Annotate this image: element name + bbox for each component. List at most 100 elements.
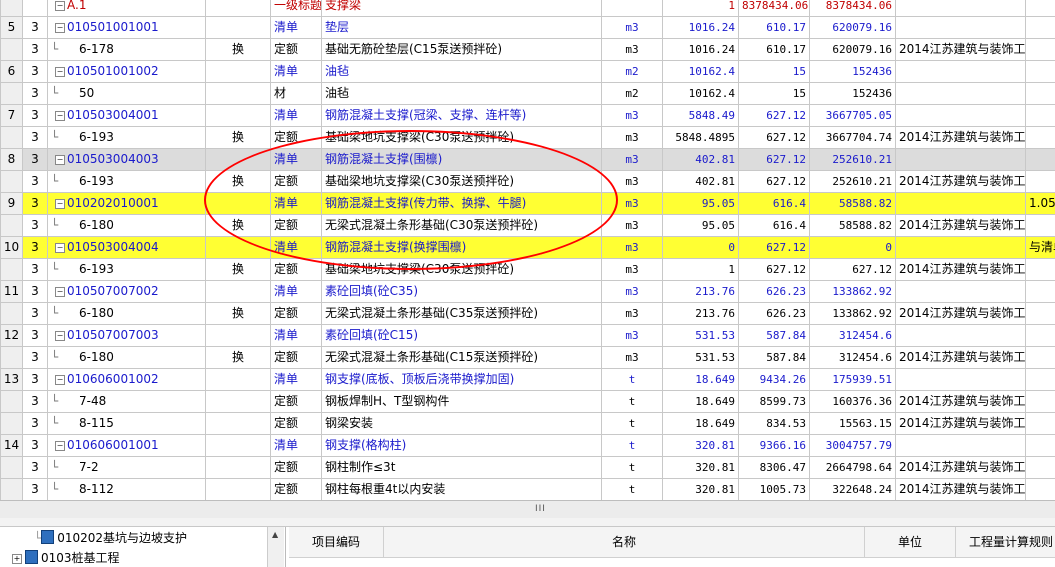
cell-replace-flag[interactable] (205, 60, 271, 83)
cell-note[interactable] (1025, 60, 1055, 83)
cell-name[interactable]: 无梁式混凝土条形基础(C30泵送预拌砼) (321, 214, 602, 237)
cell-unit-price[interactable]: 616.4 (738, 214, 810, 237)
row-index[interactable]: 14 (0, 434, 23, 457)
cell-quota-library[interactable]: 2014江苏建筑与装饰工程 (895, 478, 1026, 500)
cell-unit-price[interactable]: 627.12 (738, 170, 810, 193)
collapse-icon[interactable]: − (55, 330, 65, 341)
cell-unit-price[interactable]: 627.12 (738, 104, 810, 127)
cell-replace-flag[interactable] (205, 390, 271, 413)
cell-type[interactable]: 清单 (270, 324, 322, 347)
cell-name[interactable]: 油毡 (321, 82, 602, 105)
cell-code[interactable]: −010503004001 (47, 104, 206, 127)
cell-total[interactable]: 15563.15 (809, 412, 896, 435)
cell-quantity[interactable]: 10162.4 (662, 82, 739, 105)
cell-replace-flag[interactable] (205, 192, 271, 215)
cell-code[interactable]: −010507007003 (47, 324, 206, 347)
cell-quota-library[interactable]: 2014江苏建筑与装饰工程 (895, 456, 1026, 479)
cell-unit[interactable]: m3 (601, 38, 663, 61)
row-index[interactable]: 13 (0, 368, 23, 391)
cell-replace-flag[interactable] (205, 368, 271, 391)
cell-level[interactable]: 3 (22, 324, 48, 347)
row-index[interactable] (0, 82, 23, 105)
row-index[interactable] (0, 456, 23, 479)
row-index[interactable]: 7 (0, 104, 23, 127)
cell-unit-price[interactable]: 626.23 (738, 302, 810, 325)
cell-unit[interactable]: m3 (601, 126, 663, 149)
cell-quota-library[interactable] (895, 16, 1026, 39)
table-row[interactable]: 5 3−010501001001 清单 垫层 m3 1016.24 610.17 620079… (0, 16, 1055, 39)
row-index[interactable] (0, 346, 23, 369)
cell-type[interactable]: 定额 (270, 346, 322, 369)
row-index[interactable]: 11 (0, 280, 23, 303)
cell-type[interactable]: 清单 (270, 148, 322, 171)
table-row[interactable]: 3 └ 6-193 换定额 基础梁地坑支撑梁(C30泵送预拌砼) m3 1 627.12 62… (0, 258, 1055, 281)
cell-total[interactable]: 620079.16 (809, 38, 896, 61)
cell-total[interactable]: 3667705.05 (809, 104, 896, 127)
cell-quantity[interactable]: 1016.24 (662, 16, 739, 39)
cell-level[interactable]: 3 (22, 38, 48, 61)
cell-total[interactable]: 133862.92 (809, 302, 896, 325)
cell-unit[interactable]: t (601, 412, 663, 435)
cell-type[interactable]: 定额 (270, 478, 322, 500)
collapse-icon[interactable]: − (55, 110, 65, 121)
cell-type[interactable]: 清单 (270, 368, 322, 391)
cell-quota-library[interactable] (895, 104, 1026, 127)
table-row[interactable]: 10 3−010503004004 清单 钢筋混凝土支撑(换撑围檩) m3 0 627.12… (0, 236, 1055, 259)
row-index[interactable]: 6 (0, 60, 23, 83)
cell-total[interactable]: 2664798.64 (809, 456, 896, 479)
row-index[interactable]: 12 (0, 324, 23, 347)
cell-type[interactable]: 定额 (270, 126, 322, 149)
row-index[interactable] (0, 170, 23, 193)
cell-quota-library[interactable]: 2014江苏建筑与装饰工程 (895, 126, 1026, 149)
cell-code[interactable]: └ 8-115 (47, 412, 206, 435)
cell-unit-price[interactable]: 627.12 (738, 258, 810, 281)
cell-unit[interactable]: m2 (601, 82, 663, 105)
cell-note[interactable] (1025, 214, 1055, 237)
row-index[interactable] (0, 390, 23, 413)
cell-total[interactable]: 312454.6 (809, 324, 896, 347)
collapse-icon[interactable]: − (55, 0, 65, 11)
cell-replace-flag[interactable] (205, 148, 271, 171)
cell-code[interactable]: −010606001002 (47, 368, 206, 391)
cell-code[interactable]: └ 8-112 (47, 478, 206, 500)
cell-note[interactable] (1025, 0, 1055, 17)
table-row[interactable]: − A.1 一级标题 支撑梁 1 8378434.06 8378434.06 (0, 0, 1055, 17)
cell-quota-library[interactable] (895, 368, 1026, 391)
cell-note[interactable] (1025, 478, 1055, 500)
cell-quantity[interactable]: 10162.4 (662, 60, 739, 83)
table-row[interactable]: 3 └ 6-178 换定额 基础无筋砼垫层(C15泵送预拌砼) m3 1016.24 610… (0, 38, 1055, 61)
cell-level[interactable]: 3 (22, 214, 48, 237)
cell-unit[interactable]: m3 (601, 104, 663, 127)
cell-note[interactable] (1025, 170, 1055, 193)
cell-note[interactable] (1025, 280, 1055, 303)
cell-quantity[interactable]: 320.81 (662, 478, 739, 500)
cell-code[interactable]: −010507007002 (47, 280, 206, 303)
cell-level[interactable]: 3 (22, 236, 48, 259)
cell-note[interactable] (1025, 126, 1055, 149)
cell-unit-price[interactable]: 626.23 (738, 280, 810, 303)
cell-quantity[interactable]: 320.81 (662, 434, 739, 457)
cell-code[interactable]: −010202010001 (47, 192, 206, 215)
cell-type[interactable]: 清单 (270, 280, 322, 303)
cell-name[interactable]: 无梁式混凝土条形基础(C35泵送预拌砼) (321, 302, 602, 325)
cell-name[interactable]: 钢柱制作≤3t (321, 456, 602, 479)
cell-name[interactable]: 素砼回填(砼C15) (321, 324, 602, 347)
cell-type[interactable]: 定额 (270, 38, 322, 61)
cell-quantity[interactable]: 95.05 (662, 214, 739, 237)
cell-level[interactable]: 3 (22, 170, 48, 193)
cell-total[interactable]: 152436 (809, 82, 896, 105)
cell-quota-library[interactable]: 2014江苏建筑与装饰工程 (895, 412, 1026, 435)
table-row[interactable]: 3 └ 8-112 定额 钢柱每根重4t以内安装 t 320.81 1005.73 32264… (0, 478, 1055, 500)
table-row[interactable]: 11 3−010507007002 清单 素砼回填(砼C35) m3 213.76 626.… (0, 280, 1055, 303)
cell-total[interactable]: 0 (809, 236, 896, 259)
cell-level[interactable]: 3 (22, 302, 48, 325)
cell-code[interactable]: └ 7-48 (47, 390, 206, 413)
cell-unit[interactable]: t (601, 434, 663, 457)
cell-name[interactable]: 垫层 (321, 16, 602, 39)
cell-name[interactable]: 素砼回填(砼C35) (321, 280, 602, 303)
cell-total[interactable]: 58588.82 (809, 214, 896, 237)
cell-type[interactable]: 定额 (270, 214, 322, 237)
collapse-icon[interactable]: − (55, 154, 65, 165)
cell-level[interactable]: 3 (22, 368, 48, 391)
cell-type[interactable]: 定额 (270, 258, 322, 281)
